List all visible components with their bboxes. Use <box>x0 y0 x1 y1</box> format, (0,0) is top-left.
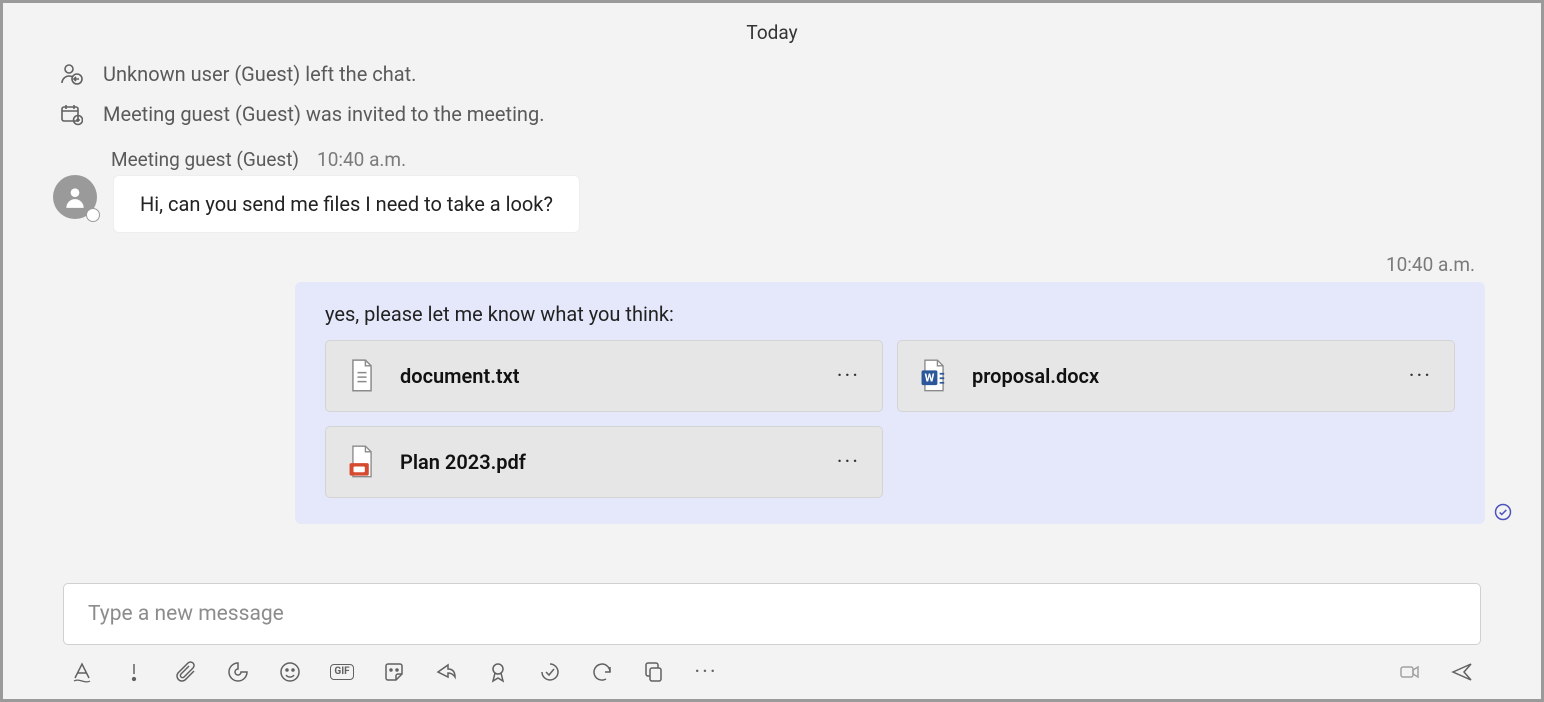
loop-button[interactable] <box>225 659 251 685</box>
person-left-icon <box>59 62 83 86</box>
svg-text:W: W <box>925 371 935 385</box>
file-attachment[interactable]: document.txt ··· <box>325 340 883 412</box>
actions-button[interactable] <box>433 659 459 685</box>
sender-name: Meeting guest (Guest) <box>111 148 299 171</box>
video-clip-button[interactable] <box>1397 659 1423 685</box>
viva-button[interactable] <box>537 659 563 685</box>
emoji-button[interactable] <box>277 659 303 685</box>
more-extensions-button[interactable]: ··· <box>693 659 719 685</box>
sticker-button[interactable] <box>381 659 407 685</box>
format-button[interactable] <box>69 659 95 685</box>
presence-indicator <box>86 208 100 222</box>
date-divider: Today <box>53 15 1491 54</box>
outgoing-message-bubble[interactable]: yes, please let me know what you think: <box>295 282 1485 524</box>
composer-toolbar: GIF ··· <box>63 645 1481 689</box>
copy-button[interactable] <box>641 659 667 685</box>
incoming-message-group: Meeting guest (Guest) 10:40 a.m. Hi, can… <box>53 134 1491 233</box>
file-name: document.txt <box>400 364 813 388</box>
file-more-button[interactable]: ··· <box>837 450 860 475</box>
file-more-button[interactable]: ··· <box>837 364 860 389</box>
outgoing-message-group: 10:40 a.m. yes, please let me know what … <box>53 253 1491 524</box>
system-event-text: Unknown user (Guest) left the chat. <box>103 62 416 86</box>
gif-button[interactable]: GIF <box>329 659 355 685</box>
incoming-message-bubble[interactable]: Hi, can you send me files I need to take… <box>113 175 580 233</box>
file-attachment[interactable]: Plan 2023.pdf ··· <box>325 426 883 498</box>
messages-scroll[interactable]: Today Unknown user (Guest) left the chat… <box>3 3 1541 583</box>
message-timestamp: 10:40 a.m. <box>317 148 406 171</box>
file-attachment[interactable]: W proposal.docx ··· <box>897 340 1455 412</box>
file-attachments-grid: document.txt ··· W <box>325 340 1455 498</box>
updates-button[interactable] <box>589 659 615 685</box>
docx-file-icon: W <box>920 359 948 393</box>
system-event-invited: Meeting guest (Guest) was invited to the… <box>53 94 1491 134</box>
message-timestamp: 10:40 a.m. <box>1386 253 1485 276</box>
txt-file-icon <box>348 359 376 393</box>
message-composer[interactable] <box>63 583 1481 645</box>
read-receipt-icon <box>1493 502 1513 526</box>
composer-area: GIF ··· <box>3 583 1541 699</box>
attach-button[interactable] <box>173 659 199 685</box>
system-event-left: Unknown user (Guest) left the chat. <box>53 54 1491 94</box>
file-name: proposal.docx <box>972 364 1385 388</box>
system-event-text: Meeting guest (Guest) was invited to the… <box>103 102 544 126</box>
file-more-button[interactable]: ··· <box>1409 364 1432 389</box>
message-header: Meeting guest (Guest) 10:40 a.m. <box>53 148 1491 171</box>
priority-button[interactable] <box>121 659 147 685</box>
chat-panel: Today Unknown user (Guest) left the chat… <box>3 3 1541 699</box>
pdf-file-icon <box>348 445 376 479</box>
approvals-button[interactable] <box>485 659 511 685</box>
file-name: Plan 2023.pdf <box>400 450 813 474</box>
send-button[interactable] <box>1449 659 1475 685</box>
avatar[interactable] <box>53 175 97 219</box>
message-input[interactable] <box>86 601 1458 627</box>
calendar-add-icon <box>59 102 83 126</box>
outgoing-message-text: yes, please let me know what you think: <box>325 302 1455 326</box>
